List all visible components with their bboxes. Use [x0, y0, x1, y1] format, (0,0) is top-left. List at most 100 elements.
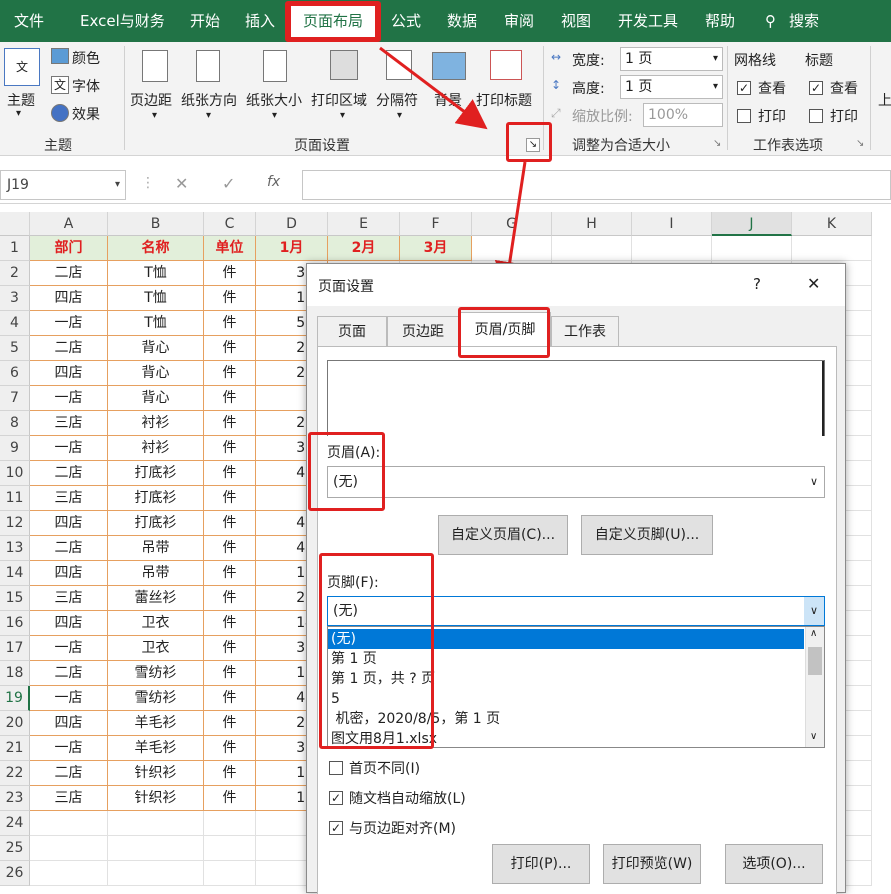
- custom-header-button[interactable]: 自定义页眉(C)...: [438, 515, 568, 555]
- grid-cell[interactable]: [108, 836, 204, 861]
- row-header[interactable]: 25: [0, 836, 30, 861]
- grid-cell[interactable]: [632, 236, 712, 261]
- column-header[interactable]: J: [712, 212, 792, 236]
- table-cell[interactable]: 件: [204, 311, 256, 336]
- table-cell[interactable]: 背心: [108, 336, 204, 361]
- column-header[interactable]: A: [30, 212, 108, 236]
- row-header[interactable]: 15: [0, 586, 30, 611]
- column-header[interactable]: I: [632, 212, 712, 236]
- print-button[interactable]: 打印(P)...: [492, 844, 590, 884]
- column-header[interactable]: C: [204, 212, 256, 236]
- table-cell[interactable]: 件: [204, 261, 256, 286]
- theme-icon[interactable]: 文: [4, 48, 40, 86]
- row-header[interactable]: 13: [0, 536, 30, 561]
- tab-data[interactable]: 数据: [447, 0, 477, 42]
- table-cell[interactable]: 二店: [30, 761, 108, 786]
- table-cell[interactable]: 打底衫: [108, 461, 204, 486]
- print-preview-button[interactable]: 打印预览(W): [603, 844, 701, 884]
- column-header[interactable]: B: [108, 212, 204, 236]
- table-cell[interactable]: 二店: [30, 336, 108, 361]
- grid-cell[interactable]: [204, 811, 256, 836]
- tab-formulas[interactable]: 公式: [391, 0, 421, 42]
- table-cell[interactable]: 衬衫: [108, 411, 204, 436]
- table-cell[interactable]: T恤: [108, 286, 204, 311]
- row-header[interactable]: 16: [0, 611, 30, 636]
- row-header[interactable]: 17: [0, 636, 30, 661]
- tab-margins[interactable]: 页边距: [387, 316, 459, 346]
- tab-home[interactable]: 开始: [190, 0, 220, 42]
- table-cell[interactable]: 四店: [30, 611, 108, 636]
- column-header[interactable]: G: [472, 212, 552, 236]
- row-header[interactable]: 12: [0, 511, 30, 536]
- scroll-down-icon[interactable]: ∨: [810, 731, 817, 742]
- tab-insert[interactable]: 插入: [245, 0, 275, 42]
- column-header[interactable]: D: [256, 212, 328, 236]
- row-header[interactable]: 21: [0, 736, 30, 761]
- table-cell[interactable]: 针织衫: [108, 761, 204, 786]
- print-area-button[interactable]: 打印区域: [311, 90, 367, 110]
- row-header[interactable]: 22: [0, 761, 30, 786]
- tab-excel-finance[interactable]: Excel与财务: [80, 0, 165, 42]
- effects-button[interactable]: 效果: [72, 104, 100, 124]
- align-margins-checkbox[interactable]: ✓: [329, 821, 343, 835]
- row-header[interactable]: 19: [0, 686, 30, 711]
- table-cell[interactable]: 羊毛衫: [108, 711, 204, 736]
- table-cell[interactable]: 件: [204, 786, 256, 811]
- formula-input[interactable]: [302, 170, 891, 200]
- row-header[interactable]: 18: [0, 661, 30, 686]
- table-cell[interactable]: 四店: [30, 711, 108, 736]
- height-dropdown[interactable]: 1 页 ▾: [620, 75, 723, 99]
- table-cell[interactable]: 件: [204, 511, 256, 536]
- custom-footer-button[interactable]: 自定义页脚(U)...: [581, 515, 713, 555]
- table-cell[interactable]: 件: [204, 636, 256, 661]
- drag-handle-icon[interactable]: ⋮: [141, 175, 155, 191]
- grid-cell[interactable]: [204, 861, 256, 886]
- width-dropdown[interactable]: 1 页 ▾: [620, 47, 723, 71]
- table-cell[interactable]: 2月: [328, 236, 400, 261]
- table-cell[interactable]: 一店: [30, 636, 108, 661]
- cancel-icon[interactable]: ✕: [175, 174, 188, 193]
- select-all-corner[interactable]: [0, 212, 30, 236]
- column-header[interactable]: K: [792, 212, 872, 236]
- tab-search[interactable]: 搜索: [789, 0, 819, 42]
- fonts-button[interactable]: 字体: [72, 76, 100, 96]
- table-cell[interactable]: 单位: [204, 236, 256, 261]
- table-cell[interactable]: T恤: [108, 261, 204, 286]
- table-cell[interactable]: 件: [204, 536, 256, 561]
- close-icon[interactable]: ✕: [807, 274, 820, 293]
- scroll-thumb[interactable]: [808, 647, 822, 675]
- table-cell[interactable]: 3月: [400, 236, 472, 261]
- table-cell[interactable]: 件: [204, 561, 256, 586]
- confirm-icon[interactable]: ✓: [222, 174, 235, 193]
- row-header[interactable]: 2: [0, 261, 30, 286]
- table-cell[interactable]: 一店: [30, 311, 108, 336]
- theme-button[interactable]: 主题: [7, 90, 35, 110]
- row-header[interactable]: 5: [0, 336, 30, 361]
- table-cell[interactable]: 件: [204, 336, 256, 361]
- table-cell[interactable]: 四店: [30, 361, 108, 386]
- table-cell[interactable]: 件: [204, 361, 256, 386]
- grid-cell[interactable]: [108, 861, 204, 886]
- table-cell[interactable]: 件: [204, 461, 256, 486]
- name-box[interactable]: J19 ▾: [0, 170, 126, 200]
- dialog-launcher-icon[interactable]: ↘: [856, 138, 864, 149]
- function-icon[interactable]: fx: [267, 174, 280, 190]
- table-cell[interactable]: 二店: [30, 661, 108, 686]
- row-header[interactable]: 23: [0, 786, 30, 811]
- table-cell[interactable]: 件: [204, 586, 256, 611]
- row-header[interactable]: 20: [0, 711, 30, 736]
- colors-button[interactable]: 颜色: [72, 48, 100, 68]
- table-cell[interactable]: T恤: [108, 311, 204, 336]
- table-cell[interactable]: 三店: [30, 411, 108, 436]
- table-cell[interactable]: 件: [204, 686, 256, 711]
- table-cell[interactable]: 件: [204, 411, 256, 436]
- table-cell[interactable]: 羊毛衫: [108, 736, 204, 761]
- size-button[interactable]: 纸张大小: [246, 90, 302, 110]
- tab-sheet[interactable]: 工作表: [551, 316, 619, 346]
- table-cell[interactable]: 四店: [30, 511, 108, 536]
- table-cell[interactable]: 件: [204, 736, 256, 761]
- row-header[interactable]: 26: [0, 861, 30, 886]
- options-button[interactable]: 选项(O)...: [725, 844, 823, 884]
- table-cell[interactable]: 件: [204, 436, 256, 461]
- table-cell[interactable]: 件: [204, 611, 256, 636]
